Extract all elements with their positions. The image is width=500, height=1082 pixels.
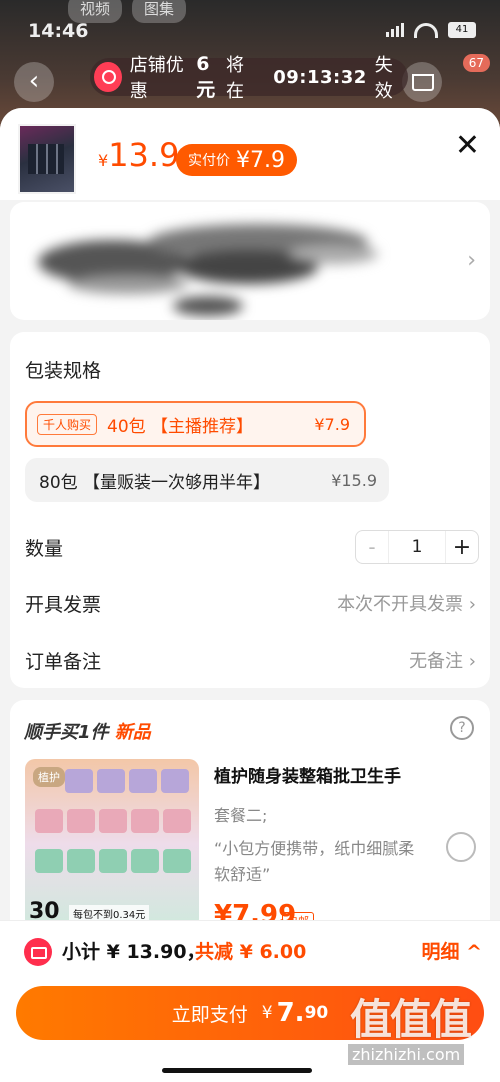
addon-select-radio[interactable] <box>446 832 476 862</box>
addon-description: “小包方便携带，纸巾细腻柔软舒适” <box>214 839 415 884</box>
addon-product-image[interactable]: 植护 30 每包不到0.34元 <box>25 759 199 929</box>
addon-title: 顺手买1件 新品 <box>24 718 151 744</box>
chevron-right-icon: › <box>468 651 476 672</box>
cart-badge: 67 <box>462 54 490 72</box>
note-row[interactable]: 无备注 › <box>409 647 476 673</box>
spec-option-40[interactable]: 千人购买 40包 【主播推荐】 ¥7.9 <box>25 401 366 447</box>
subtotal-text: 小计 ¥ 13.90， <box>62 941 206 963</box>
spec-option-name: 80包 【量贩装一次够用半年】 <box>39 472 271 493</box>
clock-icon <box>94 62 122 92</box>
popular-tag: 千人购买 <box>37 413 98 435</box>
note-label: 订单备注 <box>25 651 102 673</box>
promo-countdown: 店铺优惠 6元 将在 09:13:32 失效 <box>90 53 408 102</box>
spec-card: 包装规格 千人购买 40包 【主播推荐】 ¥7.9 80包 【量贩装一次够用半年… <box>10 332 490 688</box>
real-price-badge: 实付价 ¥7.9 <box>176 144 297 176</box>
chevron-right-icon: › <box>467 248 476 273</box>
spec-option-price: ¥7.9 <box>314 414 350 434</box>
spec-option-name: 40包 【主播推荐】 <box>107 416 254 437</box>
redacted-address-scribble <box>28 210 398 320</box>
spec-option-80[interactable]: 80包 【量贩装一次够用半年】 ¥15.9 <box>25 458 389 502</box>
wifi-icon <box>414 22 438 38</box>
brand-logo: 植护 <box>33 767 65 787</box>
cart-icon[interactable] <box>402 62 442 102</box>
pay-amount-int: 7. <box>276 998 305 1028</box>
watermark-glyphs: 值值值 <box>350 995 472 1044</box>
promo-timer: 09:13:32 <box>273 66 367 88</box>
detail-toggle[interactable]: 明细 ^ <box>421 937 482 964</box>
real-price-value: ¥7.9 <box>236 147 285 173</box>
home-indicator <box>162 1068 312 1073</box>
site-watermark: 值值值 zhizhizhi.com <box>348 986 490 1076</box>
invoice-value: 本次不开具发票 <box>337 594 464 615</box>
product-header: ¥13.9 实付价 ¥7.9 ✕ <box>0 108 500 200</box>
invoice-label: 开具发票 <box>25 594 102 616</box>
promo-amount: 6元 <box>196 52 216 101</box>
back-button[interactable]: ‹ <box>14 62 54 102</box>
watermark-url: zhizhizhi.com <box>348 1044 465 1065</box>
promo-suffix: 失效 <box>374 55 393 102</box>
status-time: 14:46 <box>28 20 89 42</box>
quantity-stepper: - 1 + <box>355 530 479 564</box>
chevron-right-icon: › <box>468 594 476 615</box>
tab-gallery[interactable]: 图集 <box>132 0 187 23</box>
product-price: ¥13.9 <box>98 136 179 174</box>
pay-currency: ¥ <box>261 1003 273 1023</box>
addon-product-name[interactable]: 植护随身装整箱批卫生手 <box>214 762 401 787</box>
help-icon[interactable]: ? <box>450 716 474 740</box>
pay-amount-dec: 90 <box>304 1003 329 1023</box>
quantity-label: 数量 <box>25 538 64 560</box>
price-currency: ¥ <box>98 151 109 170</box>
addon-variant: 套餐二; <box>214 806 268 825</box>
addon-title-text: 顺手买1件 <box>24 722 109 743</box>
address-card[interactable]: › <box>10 202 490 320</box>
quantity-value[interactable]: 1 <box>388 531 446 563</box>
quantity-plus-button[interactable]: + <box>446 535 478 560</box>
status-icons: 41 <box>386 22 476 38</box>
promo-middle: 将在 <box>225 55 244 102</box>
promo-prefix: 店铺优惠 <box>129 55 184 102</box>
spec-option-price: ¥15.9 <box>331 470 377 490</box>
battery-icon: 41 <box>448 22 476 38</box>
product-thumbnail[interactable] <box>18 124 76 194</box>
order-sheet: ¥13.9 实付价 ¥7.9 ✕ › 包装规格 千人购买 40包 【主播推荐】 … <box>0 108 500 1082</box>
addon-card: 顺手买1件 新品 ? 植护 30 每包不到0.34元 植护随身装整箱批卫生手 套… <box>10 700 490 940</box>
pay-label: 立即支付 <box>171 1003 248 1026</box>
addon-new-tag: 新品 <box>114 722 151 743</box>
close-icon[interactable]: ✕ <box>455 128 480 163</box>
note-value: 无备注 <box>409 651 464 672</box>
quantity-minus-button[interactable]: - <box>356 535 388 559</box>
price-value: 13.9 <box>108 136 180 174</box>
coupon-icon <box>24 938 52 966</box>
spec-title: 包装规格 <box>25 360 102 382</box>
real-price-label: 实付价 <box>188 153 230 169</box>
signal-icon <box>386 23 404 37</box>
invoice-row[interactable]: 本次不开具发票 › <box>337 590 476 616</box>
discount-text: 共减 ¥ 6.00 <box>195 941 307 963</box>
